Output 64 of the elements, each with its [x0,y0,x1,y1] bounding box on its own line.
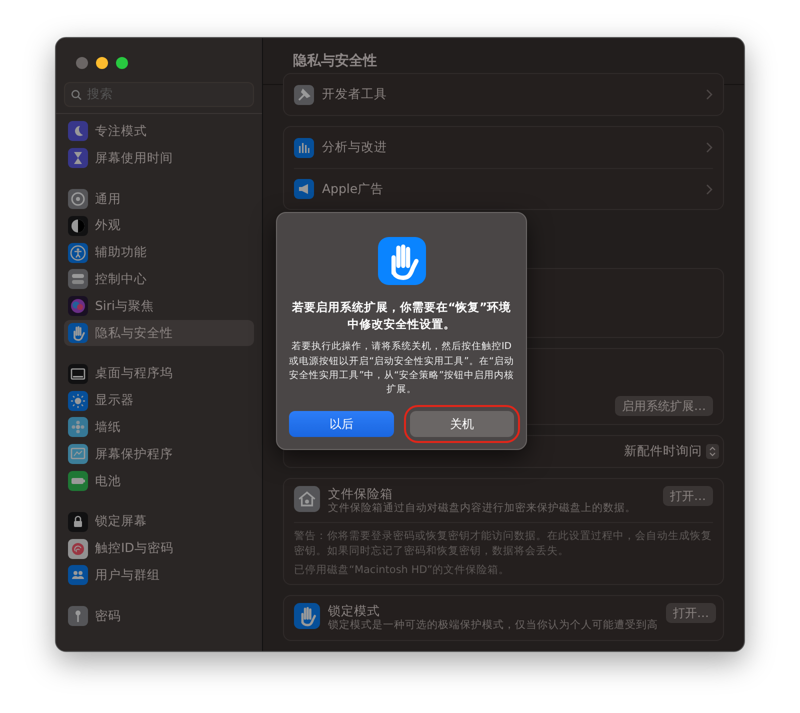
popup-button[interactable]: 新配件时询问 [624,442,719,461]
fingerprint-icon [68,538,88,559]
feature-description: 锁定模式是一种可选的极端保护模式，仅当你认为个人可能遭受到高 [328,618,658,633]
note-text: 警告：你将需要登录密码或恢复密钥才能访问数据。在此设置过程中，会自动生成恢复密钥。如果同时忘记了密码和恢复密钥，数据将会丢失。 [294,529,713,559]
megaphone-icon [294,179,314,199]
sidebar-item[interactable]: 密码 [64,602,254,630]
search-icon [71,88,82,100]
chevron-icon [706,89,713,100]
sidebar-item[interactable]: 电池 [64,468,254,494]
settings-row[interactable]: 开发者工具 [294,74,713,115]
hand-icon [68,322,88,343]
dialog-button[interactable]: 以后 [289,411,394,438]
bar-chart-icon [294,138,314,158]
sidebar-item[interactable]: 外观 [64,212,254,240]
sidebar-item[interactable]: 桌面与程序坞 [64,360,254,388]
sidebar-item[interactable]: 辅助功能 [64,239,254,266]
sidebar-item[interactable]: 墙纸 [64,414,254,441]
sidebar-item[interactable]: 隐私与安全性 [64,320,254,346]
sidebar-item[interactable]: 专注模式 [64,118,254,145]
accessibility-icon [68,242,88,263]
settings-row[interactable]: Apple广告 [294,168,713,209]
sidebar-item[interactable]: 屏幕保护程序 [64,440,254,468]
feature-title: 文件保险箱 [328,486,394,502]
window-control[interactable] [116,57,128,69]
sidebar-item[interactable]: 屏幕使用时间 [64,144,254,172]
display-icon [68,364,88,384]
sidebar-item[interactable]: 显示器 [64,387,254,414]
moon-icon [68,121,88,142]
dialog-title: 若要启用系统扩展，你需要在“恢复”环境中修改安全性设置。 [290,299,512,332]
toggles-icon [68,269,88,290]
flower-icon [68,417,88,438]
key-icon [68,606,88,626]
enable-extensions-button[interactable]: 启用系统扩展… [615,396,713,416]
hand-icon [294,603,320,630]
gear-icon [68,188,88,209]
hammer-icon [294,84,314,104]
people-icon [68,565,88,586]
sidebar-item[interactable]: 通用 [64,186,254,212]
dialog-message: 若要执行此操作，请将系统关机，然后按住触控ID或电源按钮以开启“启动安全性实用工具”。在“启动安全性实用工具”中，从“安全策略”按钮中启用内核扩展。 [289,340,514,398]
sidebar-item[interactable]: 锁定屏幕 [64,508,254,536]
screen-icon [68,444,88,464]
house-icon [294,486,320,512]
hourglass-icon [68,148,88,168]
chevron-icon [706,184,713,194]
sun-icon [68,390,88,411]
hand-icon [378,237,426,285]
open-button[interactable]: 打开… [666,603,716,624]
sidebar-item[interactable]: 用户与群组 [64,562,254,589]
settings-row[interactable]: 分析与改进 [294,127,713,168]
feature-description: 文件保险箱通过自动对磁盘内容进行加密来保护磁盘上的数据。 [328,502,637,516]
orb-icon [68,296,88,316]
battery-icon [68,470,88,491]
sidebar-item[interactable]: Siri与聚焦 [64,292,254,320]
sidebar-item[interactable]: 控制中心 [64,266,254,293]
window-control[interactable] [96,57,108,69]
stepper-icon [706,444,719,459]
open-button[interactable]: 打开… [663,486,713,506]
feature-title: 锁定模式 [328,603,381,619]
chevron-icon [706,142,713,153]
page-title: 隐私与安全性 [293,52,377,70]
sidebar-item[interactable]: 触控ID与密码 [64,535,254,562]
note-text: 已停用磁盘“Macintosh HD”的文件保险箱。 [294,562,510,578]
lock-icon [68,512,88,532]
dialog-button[interactable]: 关机 [410,411,514,438]
